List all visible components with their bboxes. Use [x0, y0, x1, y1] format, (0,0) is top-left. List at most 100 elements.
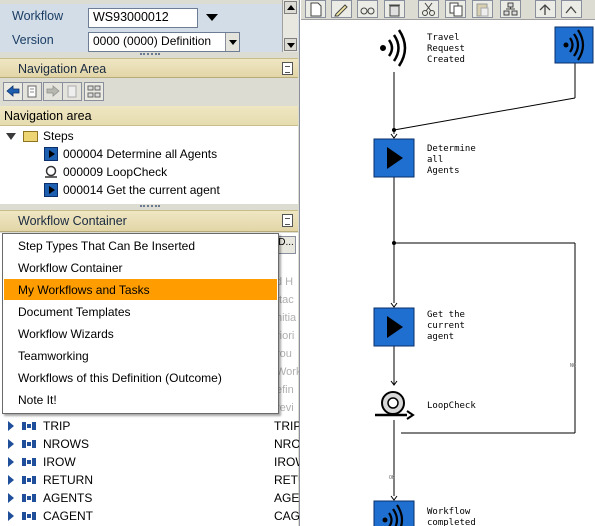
container-row-desc: TRIP [274, 419, 300, 433]
new-button[interactable] [305, 0, 326, 18]
forward-arrow-button[interactable] [43, 82, 63, 101]
workflow-label: Workflow [12, 9, 64, 23]
header-scrollbar[interactable] [282, 0, 298, 52]
trash-icon [389, 4, 400, 17]
menu-item-note-it[interactable]: Note It! [4, 389, 277, 410]
structure-element-icon [22, 422, 36, 430]
structure-element-icon [22, 476, 36, 484]
splitter-handle[interactable] [140, 53, 160, 56]
tree-item-label: 000014 Get the current agent [63, 183, 220, 197]
hidden-column-text: nitia [276, 312, 297, 324]
scroll-up-icon[interactable] [284, 1, 297, 14]
container-row-name: TRIP [43, 419, 71, 433]
edge-label-ok: OK [389, 475, 396, 481]
menu-item-step-types[interactable]: Step Types That Can Be Inserted [4, 235, 277, 256]
structure-button[interactable] [500, 0, 521, 18]
document-icon [67, 85, 77, 98]
container-row[interactable]: TRIP TRIP [0, 417, 300, 435]
container-row[interactable]: AGENTS AGEI [0, 489, 300, 507]
loop-icon [45, 165, 57, 178]
triggering-event-icon[interactable] [554, 26, 594, 64]
overview-button[interactable] [84, 82, 104, 101]
structure-icon [87, 85, 101, 98]
container-row-desc: RETU [274, 473, 299, 487]
version-row: Version 0000 (0000) Definition [0, 28, 299, 52]
menu-item-workflow-wizards[interactable]: Workflow Wizards [4, 323, 277, 344]
structure-element-icon [22, 512, 36, 520]
expand-triangle-icon[interactable] [8, 439, 14, 449]
folder-icon [23, 131, 38, 142]
undo-button[interactable] [535, 0, 556, 18]
container-row-desc: AGEI [274, 491, 300, 505]
structure-element-icon [22, 494, 36, 502]
workflow-history-chevron-icon[interactable] [206, 14, 218, 21]
scroll-down-icon[interactable] [284, 38, 297, 51]
workflow-graph-canvas[interactable]: Travel Request Created Determine all Age… [301, 20, 595, 526]
splitter-handle[interactable] [140, 205, 160, 208]
change-button[interactable] [331, 0, 352, 18]
activity-step-icon[interactable] [373, 307, 415, 347]
version-dropdown-chevron-icon[interactable] [225, 33, 239, 51]
navigation-toolbar [0, 80, 298, 104]
start-event-icon[interactable] [377, 28, 409, 68]
forward-list-button[interactable] [62, 82, 82, 101]
paste-icon [476, 3, 489, 17]
structure-element-icon [22, 458, 36, 466]
panel-options-icon[interactable] [282, 214, 293, 227]
expand-triangle-icon[interactable] [8, 493, 14, 503]
container-row-desc: NRO [274, 437, 300, 451]
delete-button[interactable] [384, 0, 405, 18]
copy-button[interactable] [445, 0, 466, 18]
forward-arrow-icon [46, 85, 60, 97]
container-row-name: NROWS [43, 437, 89, 451]
glasses-icon [360, 7, 375, 15]
menu-item-teamworking[interactable]: Teamworking [4, 345, 277, 366]
menu-item-workflow-container[interactable]: Workflow Container [4, 257, 277, 278]
expand-triangle-icon[interactable] [8, 457, 14, 467]
navigation-tree: Navigation area Steps 000004 Determine a… [0, 106, 298, 204]
container-row-desc: IROW [274, 455, 299, 469]
redo-button[interactable] [561, 0, 582, 18]
container-row[interactable]: NROWS NRO [0, 435, 300, 453]
paste-button[interactable] [472, 0, 493, 18]
container-row-desc: CAG [274, 509, 300, 523]
container-row-name: RETURN [43, 473, 93, 487]
graph-toolbar [301, 0, 595, 20]
version-label: Version [12, 33, 54, 47]
tree-item[interactable]: 000009 LoopCheck [44, 164, 284, 182]
container-row-name: IROW [43, 455, 76, 469]
tree-item[interactable]: 000004 Determine all Agents [44, 146, 284, 164]
tree-item[interactable]: 000014 Get the current agent [44, 182, 284, 200]
version-select[interactable]: 0000 (0000) Definition [88, 32, 240, 52]
container-row[interactable]: CAGENT CAG [0, 507, 300, 525]
expand-triangle-icon[interactable] [8, 421, 14, 431]
tree-folder-label: Steps [43, 129, 74, 143]
loop-icon[interactable] [373, 385, 417, 423]
expand-triangle-icon[interactable] [8, 475, 14, 485]
edge-label-no: NO [570, 363, 577, 369]
activity-step-icon[interactable] [373, 138, 415, 178]
container-row-name: CAGENT [43, 509, 94, 523]
container-row[interactable]: RETURN RETU [0, 471, 299, 489]
hierarchy-icon [503, 2, 518, 16]
back-list-button[interactable] [22, 82, 42, 101]
determine-agents-label: Determine all Agents [427, 144, 476, 176]
column-button[interactable]: D... [276, 236, 296, 254]
workflow-container-header: Workflow Container [0, 210, 298, 232]
expand-triangle-icon[interactable] [8, 511, 14, 521]
menu-item-my-workflows-and-tasks[interactable]: My Workflows and Tasks [4, 279, 277, 300]
hidden-column-text: Work [276, 366, 300, 378]
display-button[interactable] [357, 0, 378, 18]
navigation-tree-header: Navigation area [0, 106, 298, 126]
end-event-icon[interactable] [373, 500, 415, 526]
back-arrow-button[interactable] [3, 82, 23, 101]
cut-button[interactable] [418, 0, 439, 18]
panel-options-icon[interactable] [282, 62, 293, 75]
menu-item-document-templates[interactable]: Document Templates [4, 301, 277, 322]
expand-triangle-icon[interactable] [6, 133, 16, 140]
workflow-input[interactable]: WS93000012 [88, 8, 198, 28]
structure-element-icon [22, 440, 36, 448]
navigation-area-header: Navigation Area [0, 58, 298, 78]
container-row[interactable]: IROW IROW [0, 453, 299, 471]
menu-item-workflows-outcome[interactable]: Workflows of this Definition (Outcome) [4, 367, 277, 388]
